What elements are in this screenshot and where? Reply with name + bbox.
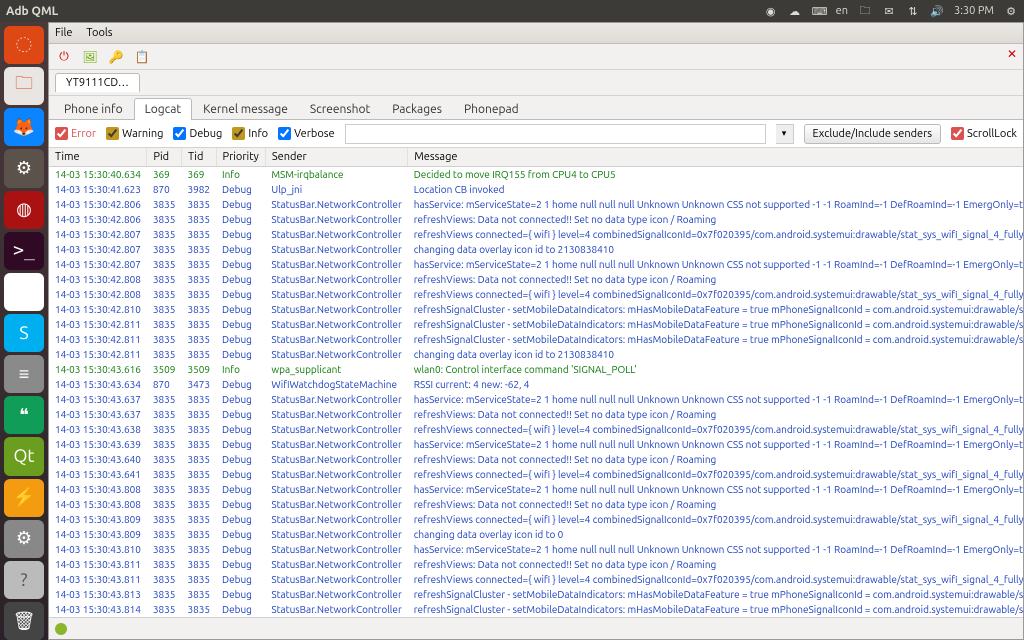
dash-icon[interactable]: ◌ <box>4 26 44 64</box>
tb-stop-icon[interactable]: ⏻ <box>55 48 73 66</box>
table-row[interactable]: 14-03 15:30:43.63738353835DebugStatusBar… <box>49 392 1023 407</box>
settings-icon[interactable]: ⚙ <box>4 149 44 187</box>
chk-debug[interactable]: Debug <box>173 127 222 140</box>
tab-phonepad[interactable]: Phonepad <box>453 98 530 120</box>
table-row[interactable]: 14-03 15:30:43.81338353835DebugStatusBar… <box>49 587 1023 602</box>
close-icon[interactable]: ✕ <box>1007 47 1017 61</box>
table-row[interactable]: 14-03 15:30:40.634369369InfoMSM-irqbalan… <box>49 167 1023 183</box>
table-row[interactable]: 14-03 15:30:43.80938353835DebugStatusBar… <box>49 512 1023 527</box>
table-row[interactable]: 14-03 15:30:42.81138353835DebugStatusBar… <box>49 317 1023 332</box>
statusbar <box>49 617 1023 639</box>
table-row[interactable]: 14-03 15:30:42.80638353835DebugStatusBar… <box>49 212 1023 227</box>
table-row[interactable]: 14-03 15:30:43.80938353835DebugStatusBar… <box>49 527 1023 542</box>
col-message[interactable]: Message <box>408 148 1023 167</box>
table-row[interactable]: 14-03 15:30:42.80838353835DebugStatusBar… <box>49 272 1023 287</box>
tb-key-icon[interactable]: 🔑 <box>107 48 125 66</box>
table-row[interactable]: 14-03 15:30:43.63838353835DebugStatusBar… <box>49 422 1023 437</box>
hangouts-icon[interactable]: ❝ <box>4 396 44 434</box>
keyboard-tray-icon[interactable]: ⌨ <box>812 5 826 18</box>
trash-icon[interactable]: 🗑 <box>4 602 44 640</box>
system-tray: ◉ ☁ ⌨ en 🗀 ✉ ⇅ 🔊 3:30 PM ⚙ <box>764 2 1018 21</box>
dropbox-tray-icon[interactable]: ☁ <box>788 5 802 18</box>
table-row[interactable]: 14-03 15:30:41.6238703982DebugUlp_jniLoc… <box>49 182 1023 197</box>
filter-bar: Error Warning Debug Info Verbose ▾ Exclu… <box>49 120 1023 148</box>
system-topbar: Adb QML ◉ ☁ ⌨ en 🗀 ✉ ⇅ 🔊 3:30 PM ⚙ <box>0 0 1024 22</box>
table-row[interactable]: 14-03 15:30:43.63938353835DebugStatusBar… <box>49 437 1023 452</box>
files-icon[interactable]: 🗀 <box>4 67 44 105</box>
menu-tools[interactable]: Tools <box>86 27 112 39</box>
table-row[interactable]: 14-03 15:30:43.64138353835DebugStatusBar… <box>49 467 1023 482</box>
volume-tray-icon[interactable]: 🔊 <box>930 5 944 18</box>
table-row[interactable]: 14-03 15:30:43.6348703473DebugWifiWatchd… <box>49 377 1023 392</box>
table-row[interactable]: 14-03 15:30:42.80638353835DebugStatusBar… <box>49 197 1023 212</box>
help-icon[interactable]: ? <box>4 561 44 599</box>
clock[interactable]: 3:30 PM <box>954 5 994 17</box>
menubar: File Tools <box>49 23 1023 44</box>
chk-warning[interactable]: Warning <box>106 127 163 140</box>
chrome-tray-icon[interactable]: ◉ <box>764 5 778 18</box>
tb-copy-icon[interactable]: 📋 <box>133 48 151 66</box>
chrome-icon[interactable]: ◕ <box>4 273 44 311</box>
table-row[interactable]: 14-03 15:30:43.81138353835DebugStatusBar… <box>49 557 1023 572</box>
mail-tray-icon[interactable]: ✉ <box>882 5 896 18</box>
device-tabbar: YT9111CD… <box>49 70 1023 96</box>
col-priority[interactable]: Priority <box>216 148 265 167</box>
lang-indicator[interactable]: en <box>836 5 848 17</box>
table-row[interactable]: 14-03 15:30:42.81038353835DebugStatusBar… <box>49 302 1023 317</box>
table-row[interactable]: 14-03 15:30:42.81138353835DebugStatusBar… <box>49 347 1023 362</box>
table-row[interactable]: 14-03 15:30:42.80738353835DebugStatusBar… <box>49 227 1023 242</box>
tab-screenshot[interactable]: Screenshot <box>299 98 381 120</box>
filter-dropdown[interactable]: ▾ <box>776 124 794 144</box>
folder-tray-icon[interactable]: 🗀 <box>858 2 872 21</box>
table-row[interactable]: 14-03 15:30:43.81138353835DebugStatusBar… <box>49 572 1023 587</box>
exclude-include-button[interactable]: Exclude/Include senders <box>804 124 942 144</box>
menu-file[interactable]: File <box>55 27 72 39</box>
col-tid[interactable]: Tid <box>181 148 216 167</box>
tab-phone-info[interactable]: Phone info <box>53 98 134 120</box>
chk-verbose[interactable]: Verbose <box>278 127 335 140</box>
chk-error[interactable]: Error <box>55 127 96 140</box>
table-row[interactable]: 14-03 15:30:42.80738353835DebugStatusBar… <box>49 257 1023 272</box>
log-table-wrap[interactable]: Time Pid Tid Priority Sender Message 14-… <box>49 148 1023 617</box>
table-row[interactable]: 14-03 15:30:43.64038353835DebugStatusBar… <box>49 452 1023 467</box>
database-icon[interactable]: ≡ <box>4 355 44 393</box>
tab-packages[interactable]: Packages <box>381 98 453 120</box>
table-row[interactable]: 14-03 15:30:43.81038353835DebugStatusBar… <box>49 542 1023 557</box>
app-orange-icon[interactable]: ⚡ <box>4 479 44 517</box>
main-tabs: Phone info Logcat Kernel message Screens… <box>49 96 1023 120</box>
table-row[interactable]: 14-03 15:30:42.80738353835DebugStatusBar… <box>49 242 1023 257</box>
tab-kernel[interactable]: Kernel message <box>192 98 299 120</box>
device-tab[interactable]: YT9111CD… <box>55 73 140 92</box>
status-dot-icon <box>55 623 67 635</box>
table-row[interactable]: 14-03 15:30:43.61635093509Infowpa_suppli… <box>49 362 1023 377</box>
toolbar: ⏻ 🖼 🔑 📋 ✕ <box>49 44 1023 70</box>
table-row[interactable]: 14-03 15:30:43.63738353835DebugStatusBar… <box>49 407 1023 422</box>
unity-launcher: ◌ 🗀 🦊 ⚙ ◍ >_ ◕ S ≡ ❝ Qt ⚡ ⚙ ? 🗑 <box>0 22 48 640</box>
app-window: File Tools ⏻ 🖼 🔑 📋 ✕ YT9111CD… Phone inf… <box>48 22 1024 640</box>
firefox-icon[interactable]: 🦊 <box>4 108 44 146</box>
tb-image-icon[interactable]: 🖼 <box>81 48 99 66</box>
col-time[interactable]: Time <box>49 148 147 167</box>
table-row[interactable]: 14-03 15:30:43.80838353835DebugStatusBar… <box>49 482 1023 497</box>
col-pid[interactable]: Pid <box>147 148 182 167</box>
qtcreator-icon[interactable]: Qt <box>4 437 44 475</box>
table-row[interactable]: 14-03 15:30:42.81138353835DebugStatusBar… <box>49 332 1023 347</box>
window-title: Adb QML <box>6 5 58 18</box>
app-grey-icon[interactable]: ⚙ <box>4 520 44 558</box>
chk-scrolllock[interactable]: ScrollLock <box>951 127 1017 140</box>
col-sender[interactable]: Sender <box>265 148 407 167</box>
table-row[interactable]: 14-03 15:30:42.80838353835DebugStatusBar… <box>49 287 1023 302</box>
skype-icon[interactable]: S <box>4 314 44 352</box>
gear-tray-icon[interactable]: ⚙ <box>1004 5 1018 18</box>
table-row[interactable]: 14-03 15:30:43.80838353835DebugStatusBar… <box>49 497 1023 512</box>
tab-logcat[interactable]: Logcat <box>134 98 192 120</box>
table-row[interactable]: 14-03 15:30:43.81438353835DebugStatusBar… <box>49 602 1023 617</box>
log-table: Time Pid Tid Priority Sender Message 14-… <box>49 148 1023 617</box>
terminal-icon[interactable]: >_ <box>4 232 44 270</box>
chk-info[interactable]: Info <box>232 127 268 140</box>
app-red-icon[interactable]: ◍ <box>4 191 44 229</box>
filter-input[interactable] <box>345 124 766 144</box>
network-tray-icon[interactable]: ⇅ <box>906 5 920 18</box>
